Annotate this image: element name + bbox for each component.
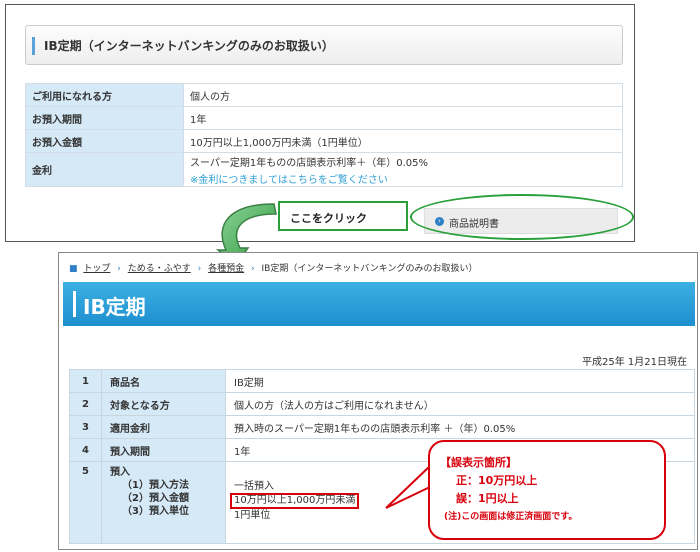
callout-note: (注)この画面は修正済画面です。 [444,512,578,522]
row-value: スーパー定期1年ものの店頭表示利率＋（年）0.05% [190,157,429,169]
row-value: 個人の方（法人の方はご利用になれません） [225,392,695,416]
table-row: 2 対象となる方 個人の方（法人の方はご利用になれません） [69,392,695,416]
row-label: お預入金額 [25,129,184,153]
row-number: 5 [69,461,102,544]
breadcrumb-current: IB定期（インターネットバンキングのみのお取扱い） [261,264,478,274]
page-title: IB定期 [83,295,146,319]
row-number: 1 [69,369,102,393]
table-row: 金利 スーパー定期1年ものの店頭表示利率＋（年）0.05% ※金利につきましては… [25,152,623,187]
click-here-label: ここをクリック [290,212,367,225]
sub-label-amount: （2）預入金額 [122,493,189,504]
chevron-right-icon: › [251,264,255,274]
header-accent-bar [32,37,35,55]
breadcrumb-deposits[interactable]: 各種預金 [208,264,244,274]
row-value-cell: スーパー定期1年ものの店頭表示利率＋（年）0.05% ※金利につきましてはこちら… [183,152,623,187]
row-label: 預入 [110,467,130,478]
callout-correct: 正：10万円以上 [456,474,538,487]
row-label: 商品名 [101,369,226,393]
page-title-banner: IB定期 [63,282,695,326]
product-header: IB定期（インターネットバンキングのみのお取扱い） [25,25,623,65]
interest-rate-link[interactable]: ※金利につきましてはこちらをご覧ください [190,171,616,186]
product-header-title: IB定期（インターネットバンキングのみのお取扱い） [44,39,334,53]
as-of-date: 平成25年 1月21日現在 [582,357,687,368]
row-label-group: 預入 （1）預入方法 （2）預入金額 （3）預入単位 [101,461,226,544]
chevron-right-icon: › [117,264,121,274]
row-label: 預入期間 [101,438,226,462]
product-summary-table: ご利用になれる方 個人の方 お預入期間 1年 お預入金額 10万円以上1,000… [25,83,623,187]
row-value: IB定期 [225,369,695,393]
callout-heading: 【誤表示箇所】 [440,456,517,469]
table-row: お預入金額 10万円以上1,000万円未満（1円単位） [25,129,623,153]
row-value: 1年 [183,106,623,130]
error-callout: 【誤表示箇所】 正：10万円以上 誤：1円以上 (注)この画面は修正済画面です。 [428,440,666,540]
table-row: お預入期間 1年 [25,106,623,130]
click-here-callout: ここをクリック [278,201,408,231]
breadcrumb-save[interactable]: ためる・ふやす [128,264,191,274]
sub-label-method: （1）預入方法 [122,480,189,491]
row-label: お預入期間 [25,106,184,130]
row-number: 2 [69,392,102,416]
highlight-ellipse [410,194,634,240]
chevron-right-icon: › [197,264,202,274]
callout-wrong: 誤：1円以上 [456,492,519,505]
row-number: 4 [69,438,102,462]
row-value: 10万円以上1,000万円未満（1円単位） [183,129,623,153]
title-accent-bar [73,291,76,317]
row-label: 対象となる方 [101,392,226,416]
sub-value-amount: 10万円以上1,000万円未満 [230,493,360,509]
breadcrumb-top[interactable]: トップ [83,264,110,274]
breadcrumb: ■ トップ › ためる・ふやす › 各種預金 › IB定期（インターネットバンキ… [69,261,478,274]
row-number: 3 [69,415,102,439]
row-label: 適用金利 [101,415,226,439]
row-value: 預入時のスーパー定期1年ものの店頭表示利率 ＋（年）0.05% [225,415,695,439]
row-label: ご利用になれる方 [25,83,184,107]
table-row: 1 商品名 IB定期 [69,369,695,393]
breadcrumb-bullet-icon: ■ [69,264,78,274]
row-label: 金利 [25,152,184,187]
table-row: ご利用になれる方 個人の方 [25,83,623,107]
sub-label-unit: （3）預入単位 [122,506,189,517]
row-value: 個人の方 [183,83,623,107]
